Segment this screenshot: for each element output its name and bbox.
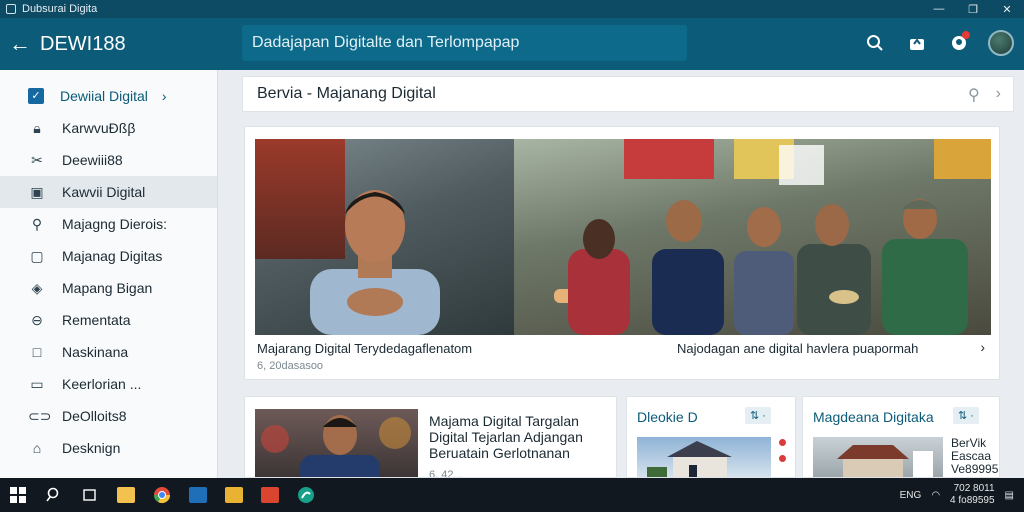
edge-icon[interactable] [288, 478, 324, 512]
card-thumbnail [637, 437, 771, 477]
app-header: ← DEWI188 Dadajapan Digitalte dan Terlom… [0, 18, 1024, 70]
files-icon[interactable] [216, 478, 252, 512]
sidebar-item-mapang-bigan[interactable]: ◈ Mapang Bigan [0, 272, 217, 304]
card-thumbnail [255, 409, 418, 477]
image-icon: ▣ [30, 183, 44, 200]
share-icon[interactable] [902, 28, 932, 58]
checkbox-icon: ✓ [28, 88, 44, 104]
feature-caption-right: Najodagan ane digital havlera puapormah [677, 341, 919, 356]
feature-meta: 6, 20dasasoo [257, 360, 324, 372]
minimize-button[interactable]: — [922, 0, 956, 18]
feature-photo[interactable] [255, 139, 991, 335]
chevron-right-icon: › [161, 88, 167, 104]
sidebar-item-keerlorian[interactable]: ▭ Keerlorian ... [0, 368, 217, 400]
sidebar: ✓ Dewiial Digital › 🔒︎ KarwvuĐßβ ✂ Deewi… [0, 70, 218, 478]
search-icon[interactable] [36, 478, 72, 512]
system-tray: ENG ◠ 702 8011 4 fo89595 ▤ [900, 478, 1014, 512]
brand-title: DEWI188 [40, 32, 126, 55]
notification-center-icon[interactable]: ▤ [1005, 490, 1014, 501]
sidebar-item-label: Dewiial Digital [60, 88, 148, 104]
crowd-figures [554, 199, 968, 335]
search-input[interactable]: Dadajapan Digitalte dan Terlompapap [242, 25, 687, 61]
news-card[interactable]: Magdeana Digitaka ⇅ · BerVik Eascaa Ve89… [802, 396, 1000, 478]
sidebar-item-label: Deewiii88 [62, 152, 123, 168]
lock-icon: 🔒︎ [33, 119, 41, 136]
sidebar-item-karwvu[interactable]: 🔒︎ KarwvuĐßβ [0, 112, 217, 144]
feature-card[interactable]: Majarang Digital Terydedagaflenatom Najo… [244, 126, 1000, 380]
sidebar-item-dewiial-digital[interactable]: ✓ Dewiial Digital › [0, 80, 217, 112]
folder-icon[interactable] [108, 478, 144, 512]
card-thumbnail [813, 437, 943, 477]
sidebar-item-label: Majagng Dierois: [62, 216, 168, 232]
bag-icon: ⌂ [32, 440, 42, 456]
avatar[interactable] [986, 28, 1016, 58]
window-title: Dubsurai Digita [22, 3, 98, 15]
sidebar-item-label: Rementata [62, 312, 131, 328]
card-badge[interactable]: ⇅ · [953, 407, 979, 424]
breadcrumb-text: Bervia - Majanang Digital [257, 85, 436, 102]
store-icon[interactable] [180, 478, 216, 512]
start-icon[interactable] [0, 478, 36, 512]
feature-photo-right [514, 139, 991, 335]
notification-badge [962, 31, 970, 39]
sidebar-item-label: Majanag Digitas [62, 248, 163, 264]
sidebar-item-label: DeOlloits8 [62, 408, 127, 424]
card-meta: 6, 42... [429, 469, 463, 478]
language-indicator[interactable]: ENG [900, 490, 922, 501]
sidebar-item-label: Keerlorian ... [62, 376, 142, 392]
minus-circle-icon: ⊖ [31, 311, 43, 328]
square-icon: □ [32, 344, 42, 360]
news-card[interactable]: Majama Digital Targalan Digital Tejarlan… [244, 396, 617, 478]
back-arrow-icon[interactable]: ← [0, 31, 40, 57]
maximize-button[interactable]: ❐ [956, 0, 990, 18]
sidebar-item-label: Naskinana [62, 344, 129, 360]
sidebar-item-desknign[interactable]: ⌂ Desknign [0, 432, 217, 464]
taskbar: ENG ◠ 702 8011 4 fo89595 ▤ [0, 478, 1024, 512]
comment-icon: ▢ [30, 247, 44, 264]
status-dot [779, 455, 786, 462]
network-icon[interactable]: ◠ [931, 490, 940, 501]
scissors-icon: ✂ [31, 151, 43, 168]
chrome-icon[interactable] [144, 478, 180, 512]
search-icon[interactable] [860, 28, 890, 58]
sidebar-item-naskinana[interactable]: □ Naskinana [0, 336, 217, 368]
sidebar-item-label: Mapang Bigan [62, 280, 153, 296]
chevron-right-icon[interactable]: › [980, 339, 985, 355]
sidebar-item-label: KarwvuĐßβ [62, 120, 136, 136]
breadcrumb: Bervia - Majanang Digital ⚲ › [242, 76, 1014, 112]
search-icon: ⚲ [31, 215, 43, 232]
window-titlebar: Dubsurai Digita — ❐ ✕ [0, 0, 1024, 18]
news-card[interactable]: Dleokie D ⇅ · [626, 396, 796, 478]
sidebar-item-majanag-digitas[interactable]: ▢ Majanag Digitas [0, 240, 217, 272]
close-button[interactable]: ✕ [990, 0, 1024, 18]
sidebar-item-kawvii-digital[interactable]: ▣ Kawvii Digital [0, 176, 217, 208]
feature-caption-left: Majarang Digital Terydedagaflenatom [257, 341, 473, 356]
app-icon [6, 4, 16, 14]
card-side-text: BerVik Eascaa Ve89995 [951, 436, 999, 476]
task-view-icon[interactable] [72, 478, 108, 512]
toggle-icon: ⊂⊃ [28, 407, 52, 424]
card-title: Dleokie D [637, 409, 698, 425]
card-title: Majama Digital Targalan Digital Tejarlan… [429, 413, 583, 461]
compass-icon: ◈ [31, 279, 43, 296]
sidebar-item-deolloits8[interactable]: ⊂⊃ DeOlloits8 [0, 400, 217, 432]
sidebar-item-deewiii88[interactable]: ✂ Deewiii88 [0, 144, 217, 176]
search-icon[interactable]: ⚲ [968, 85, 980, 105]
feature-photo-left [255, 139, 514, 335]
status-dot [779, 439, 786, 446]
sidebar-item-label: Kawvii Digital [62, 184, 146, 200]
clock[interactable]: 702 8011 4 fo89595 [950, 483, 995, 507]
sidebar-item-label: Desknign [62, 440, 121, 456]
card-icon: ▭ [30, 375, 44, 392]
office-icon[interactable] [252, 478, 288, 512]
card-badge[interactable]: ⇅ · [745, 407, 771, 424]
sidebar-item-rementata[interactable]: ⊖ Rementata [0, 304, 217, 336]
notifications-icon[interactable] [944, 28, 974, 58]
man-figure [310, 190, 440, 335]
sidebar-item-majagng-dierois[interactable]: ⚲ Majagng Dierois: [0, 208, 217, 240]
card-title: Magdeana Digitaka [813, 409, 934, 425]
chevron-right-icon[interactable]: › [996, 85, 1001, 105]
